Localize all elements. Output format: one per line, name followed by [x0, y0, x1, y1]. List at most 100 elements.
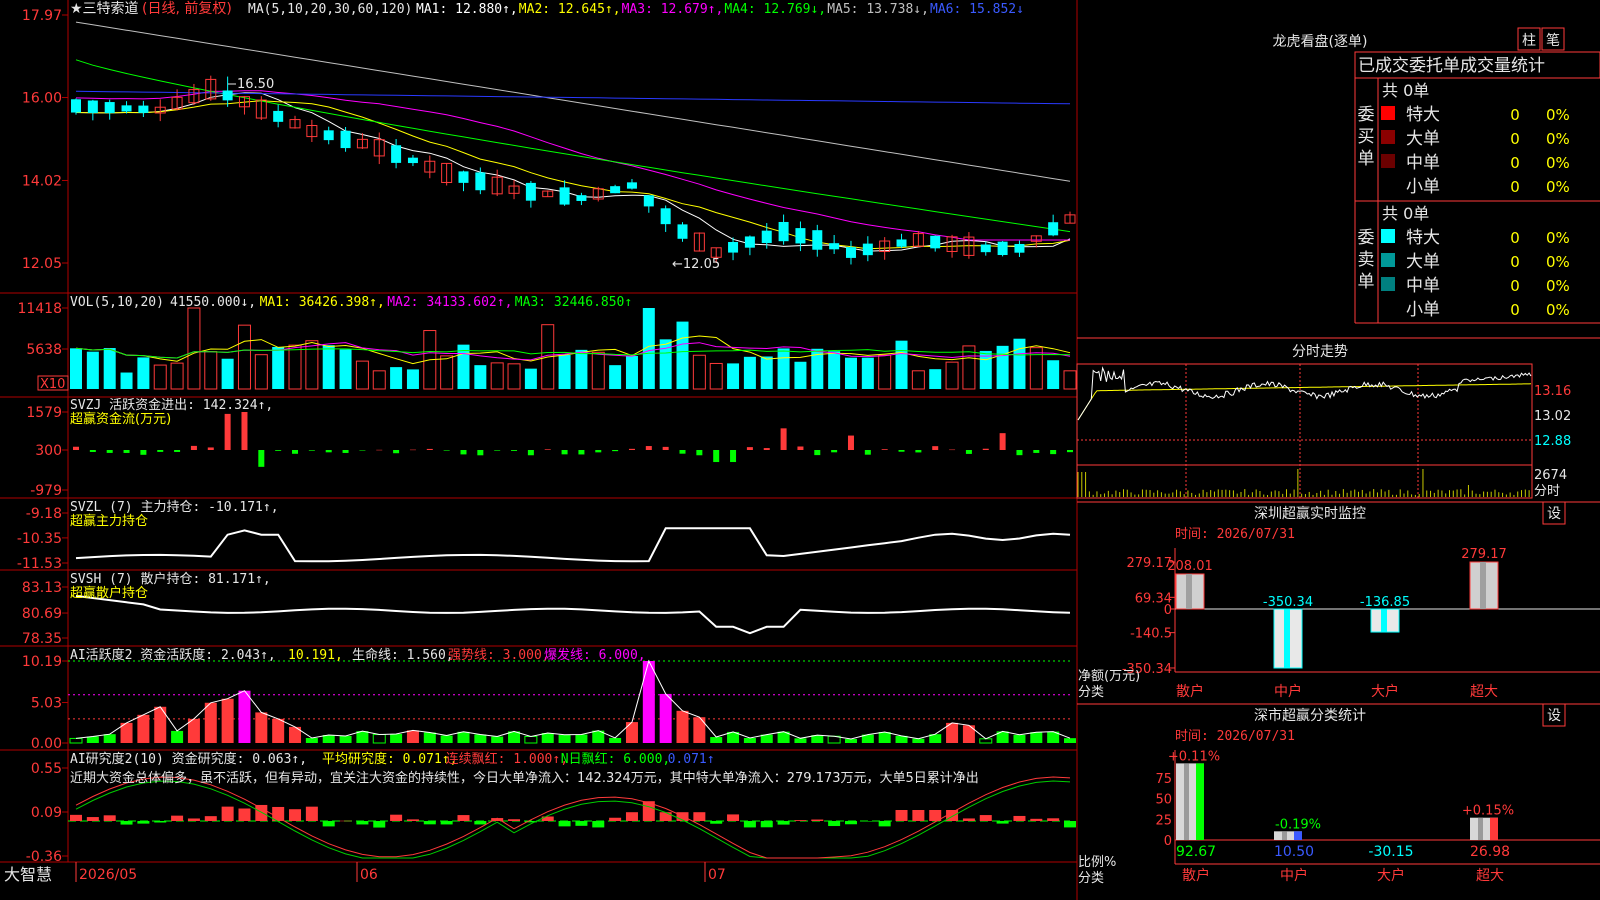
candle: [997, 241, 1008, 256]
stats-group-char: 委: [1358, 105, 1375, 125]
vol-value-1: 41550.000↓,: [170, 295, 256, 310]
volume-bar: [339, 349, 352, 389]
candle: [87, 100, 98, 113]
candle: [778, 221, 789, 242]
candle: [391, 145, 402, 163]
stats-row-pct: 0%: [1546, 253, 1570, 271]
research-bar: [693, 812, 706, 821]
svzj-bar: [477, 450, 484, 456]
candle: [660, 208, 671, 225]
candle: [121, 105, 132, 112]
activity-bar: [625, 722, 638, 743]
class-bar-top-label: -0.19%: [1275, 817, 1321, 832]
research-bar: [727, 814, 740, 821]
svzj-bar: [275, 450, 282, 451]
volume-bar: [929, 369, 942, 389]
volume-bar: [844, 357, 857, 389]
svzj-bar: [864, 450, 871, 455]
research-bar: [1013, 815, 1026, 821]
research-bar: [743, 821, 756, 828]
vol-value-4: MA3: 32446.850↑: [515, 295, 632, 310]
stats-swatch: [1381, 154, 1395, 168]
svzj-bar: [207, 447, 214, 450]
intraday-tick: 13.16: [1534, 384, 1571, 399]
research-bar: [962, 818, 975, 821]
candle: [845, 247, 856, 258]
vol-tick-label: 11418: [17, 301, 62, 317]
activity-bar: [743, 737, 756, 743]
activity-bar: [609, 737, 622, 743]
annotation-high: 16.50: [237, 77, 274, 92]
volume-bar: [743, 356, 756, 389]
stats-row-name: 中单: [1406, 153, 1440, 173]
intraday-title: 分时走势: [1292, 344, 1348, 360]
volume-bar: [490, 362, 504, 390]
svzl-tick-label: -9.18: [26, 506, 62, 522]
svzj-bar: [831, 450, 838, 453]
activity-bar: [356, 731, 369, 743]
research-bar: [305, 806, 318, 821]
svzj-bar: [443, 450, 450, 451]
svzj-bar: [696, 450, 703, 456]
svzj-bar: [511, 450, 518, 451]
candle: [829, 243, 840, 250]
monitor-bar-stripe: [1186, 573, 1192, 609]
stats-row-count: 0: [1510, 154, 1520, 172]
candle: [104, 102, 115, 114]
candle: [1048, 222, 1059, 236]
activity-bar: [221, 698, 234, 743]
svzj-bar: [258, 450, 265, 467]
activity-bar: [272, 718, 285, 743]
research-bar: [575, 821, 588, 826]
class-bar-shade: [1282, 831, 1287, 840]
svsh-tick-label: 83.13: [22, 580, 62, 596]
annotation-low: ←12.05: [672, 257, 720, 272]
volume-bar: [609, 365, 622, 389]
candle: [222, 90, 233, 101]
ai1-tick-label: 10.19: [22, 654, 62, 670]
research-bar: [912, 810, 925, 821]
research-bar: [844, 821, 857, 825]
research-bar: [760, 821, 773, 828]
research-bar: [878, 821, 891, 827]
svzj-bar: [73, 446, 79, 450]
volume-bar: [272, 346, 285, 389]
volume-bar: [1047, 360, 1060, 389]
xaxis-label: 2026/05: [79, 867, 137, 883]
activity-bar: [372, 734, 386, 744]
svzl-label: SVZL (7) 主力持仓: -10.171↑,: [70, 500, 279, 515]
activity-bar: [440, 735, 453, 743]
svzj-bar: [376, 449, 383, 451]
svzj-bar: [359, 450, 366, 451]
stats-row-pct: 0%: [1546, 229, 1570, 247]
activity-bar: [238, 690, 251, 743]
volume-bar: [591, 351, 605, 390]
svzj-tick-label: -979: [30, 483, 62, 499]
activity-bar: [912, 738, 925, 743]
research-bar: [659, 812, 672, 821]
volume-bar: [187, 307, 201, 390]
svzl-line: [75, 527, 1071, 563]
activity-bar: [69, 737, 83, 744]
monitor-bar-label: -136.85: [1360, 595, 1410, 610]
research-bar: [592, 821, 605, 828]
candle: [576, 195, 587, 201]
candle: [812, 230, 823, 250]
ma-line-4: [75, 59, 1071, 233]
class-settings-label: 设: [1547, 708, 1561, 724]
volume-bar: [558, 354, 571, 389]
svzj-bar: [157, 450, 164, 452]
stats-swatch: [1381, 253, 1395, 267]
stats-row-count: 0: [1510, 277, 1520, 295]
svzj-bar: [746, 447, 753, 450]
svzj-bar: [763, 448, 770, 450]
research-bar: [1064, 821, 1076, 828]
svzj-bar: [174, 450, 181, 452]
stats-row-count: 0: [1510, 178, 1520, 196]
svzj-bar: [915, 450, 922, 453]
class-tick: 25: [1155, 813, 1172, 828]
monitor-axis-label: 分类: [1078, 685, 1104, 700]
intraday-price-line: [1077, 366, 1532, 421]
activity-bar: [255, 712, 268, 743]
stats-row-pct: 0%: [1546, 301, 1570, 319]
